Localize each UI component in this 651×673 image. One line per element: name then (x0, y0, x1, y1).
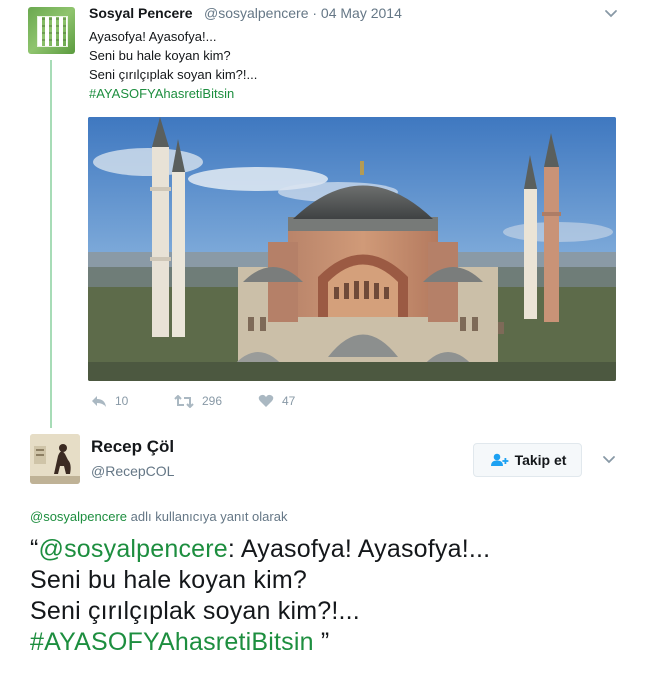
reply-icon (92, 395, 106, 407)
original-tweet-text: Ayasofya! Ayasofya!... Seni bu hale koya… (89, 27, 257, 103)
follow-button[interactable]: Takip et (473, 443, 582, 477)
recep-col-avatar[interactable] (30, 434, 80, 484)
reply-mention-link[interactable]: @sosyalpencere (39, 535, 228, 563)
sosyal-pencere-avatar[interactable] (28, 7, 75, 54)
retweet-icon (174, 394, 194, 408)
reply-context-text: adlı kullanıcıya yanıt olarak (127, 509, 288, 524)
tweet-menu-chevron-icon[interactable] (604, 9, 618, 19)
reply-menu-chevron-icon[interactable] (602, 455, 616, 465)
reply-count: 10 (115, 394, 129, 408)
reply-author-name[interactable]: Recep Çöl (91, 437, 174, 457)
quote-close: ” (313, 628, 330, 656)
original-line-1: Ayasofya! Ayasofya!... (89, 29, 217, 44)
reply-hashtag-link[interactable]: #AYASOFYAhasretiBitsin (30, 628, 314, 656)
reply-author-handle[interactable]: @RecepCOL (91, 463, 174, 479)
original-author-name[interactable]: Sosyal Pencere (89, 5, 193, 21)
heart-icon (258, 394, 274, 407)
reply-line-3: Seni çırılçıplak soyan kim?!... (30, 597, 360, 625)
like-action[interactable]: 47 (258, 394, 295, 408)
reply-line-1: : Ayasofya! Ayasofya!... (227, 535, 491, 563)
reply-action[interactable]: 10 (91, 394, 128, 408)
original-line-2: Seni bu hale koyan kim? (89, 48, 231, 63)
quote-open: “ (30, 535, 39, 563)
retweet-count: 296 (202, 394, 223, 408)
reply-line-2: Seni bu hale koyan kim? (30, 566, 307, 594)
original-line-3: Seni çırılçıplak soyan kim?!... (89, 67, 258, 82)
follow-button-label: Takip et (514, 452, 567, 468)
like-count: 47 (282, 394, 296, 408)
hagia-sophia-photo[interactable] (88, 117, 616, 381)
original-hashtag-link[interactable]: #AYASOFYAhasretiBitsin (89, 84, 257, 103)
add-user-icon (490, 453, 508, 466)
retweet-action[interactable]: 296 (174, 394, 222, 408)
reply-context-mention[interactable]: @sosyalpencere (30, 509, 127, 524)
thread-connector-line (50, 60, 52, 428)
reply-tweet-text: “@sosyalpencere: Ayasofya! Ayasofya!... … (30, 534, 490, 658)
original-handle-date[interactable]: @sosyalpencere · 04 May 2014 (204, 5, 402, 21)
reply-context: @sosyalpencere adlı kullanıcıya yanıt ol… (30, 509, 287, 524)
